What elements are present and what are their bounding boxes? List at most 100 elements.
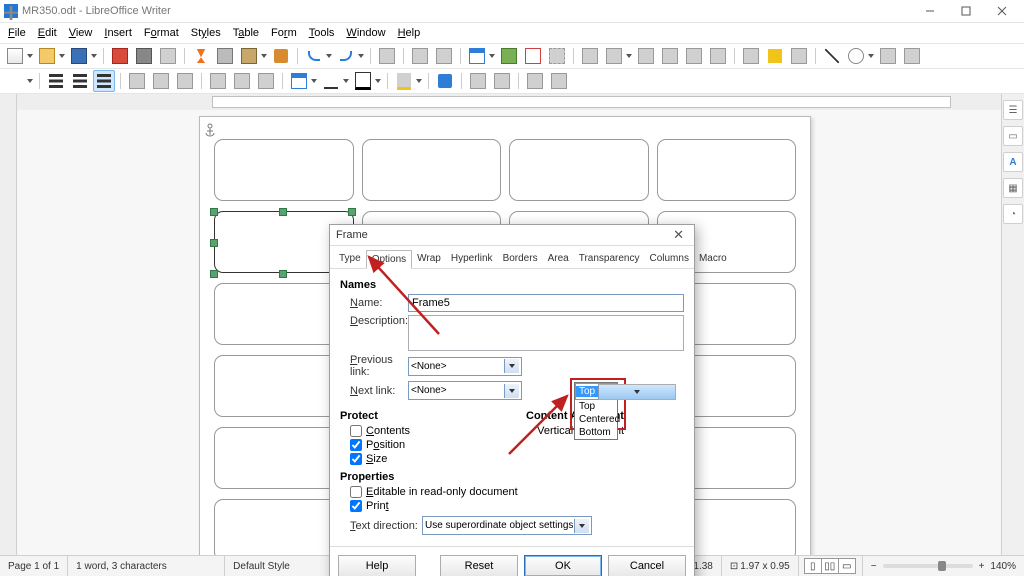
zoom-slider[interactable] bbox=[883, 564, 973, 568]
align-center-h-button[interactable] bbox=[150, 70, 172, 92]
help-button[interactable]: Help bbox=[338, 555, 416, 576]
tab-wrap[interactable]: Wrap bbox=[412, 250, 446, 268]
zoom-value[interactable]: 140% bbox=[990, 561, 1016, 572]
ok-button[interactable]: OK bbox=[524, 555, 602, 576]
areastyle-dropdown[interactable] bbox=[415, 79, 423, 83]
copy-button[interactable] bbox=[214, 45, 236, 67]
resize-handle[interactable] bbox=[210, 208, 218, 216]
redo-dropdown[interactable] bbox=[357, 54, 365, 58]
menu-format[interactable]: Format bbox=[138, 25, 185, 41]
undo-button[interactable] bbox=[303, 45, 325, 67]
basic-shapes-button[interactable] bbox=[845, 45, 867, 67]
label-cell[interactable] bbox=[362, 139, 502, 201]
align-right-button[interactable] bbox=[174, 70, 196, 92]
align-top-button[interactable] bbox=[207, 70, 229, 92]
status-zoom[interactable]: − + 140% bbox=[863, 556, 1024, 576]
open-dropdown[interactable] bbox=[58, 54, 66, 58]
sidebar-styles-icon[interactable]: A bbox=[1003, 152, 1023, 172]
resize-handle[interactable] bbox=[348, 208, 356, 216]
valign-option-top[interactable]: Top bbox=[575, 400, 617, 413]
export-pdf-button[interactable] bbox=[109, 45, 131, 67]
tab-hyperlink[interactable]: Hyperlink bbox=[446, 250, 498, 268]
status-page[interactable]: Page 1 of 1 bbox=[0, 556, 68, 576]
open-button[interactable] bbox=[36, 45, 58, 67]
borders-dropdown[interactable] bbox=[310, 79, 318, 83]
view-single-icon[interactable]: ▯ bbox=[804, 558, 822, 574]
tab-borders[interactable]: Borders bbox=[498, 250, 543, 268]
border-color-button[interactable] bbox=[352, 70, 374, 92]
resize-handle[interactable] bbox=[279, 208, 287, 216]
header-button[interactable] bbox=[740, 45, 762, 67]
prev-link-select[interactable]: <None> bbox=[408, 357, 522, 376]
undo-dropdown[interactable] bbox=[325, 54, 333, 58]
wrap-on-button[interactable] bbox=[69, 70, 91, 92]
editable-readonly-checkbox[interactable]: Editable in read-only document bbox=[340, 486, 684, 498]
link-frames-button[interactable] bbox=[524, 70, 546, 92]
menu-help[interactable]: Help bbox=[392, 25, 427, 41]
tab-options[interactable]: Options bbox=[366, 250, 412, 269]
border-style-button[interactable] bbox=[320, 70, 342, 92]
protect-size-checkbox[interactable]: Size bbox=[340, 453, 498, 465]
tab-area[interactable]: Area bbox=[543, 250, 574, 268]
anchor-button[interactable] bbox=[4, 70, 26, 92]
protect-contents-checkbox[interactable]: Contents bbox=[340, 425, 498, 437]
insert-table-button[interactable] bbox=[466, 45, 488, 67]
bordercolor-dropdown[interactable] bbox=[374, 79, 382, 83]
tab-columns[interactable]: Columns bbox=[644, 250, 693, 268]
insert-chart-button[interactable] bbox=[522, 45, 544, 67]
comment-button[interactable] bbox=[764, 45, 786, 67]
text-direction-select[interactable]: Use superordinate object settings bbox=[422, 516, 592, 535]
wrap-off-button[interactable] bbox=[45, 70, 67, 92]
insert-textbox-button[interactable] bbox=[546, 45, 568, 67]
menu-edit[interactable]: Edit bbox=[32, 25, 63, 41]
maximize-button[interactable] bbox=[948, 0, 984, 22]
cut-button[interactable] bbox=[190, 45, 212, 67]
protect-position-checkbox[interactable]: Position bbox=[340, 439, 498, 451]
insert-field-button[interactable] bbox=[603, 45, 625, 67]
page-break-button[interactable] bbox=[579, 45, 601, 67]
save-dropdown[interactable] bbox=[90, 54, 98, 58]
label-cell[interactable] bbox=[214, 139, 354, 201]
cancel-button[interactable]: Cancel bbox=[608, 555, 686, 576]
next-link-select[interactable]: <None> bbox=[408, 381, 522, 400]
resize-handle[interactable] bbox=[210, 239, 218, 247]
description-input[interactable] bbox=[408, 315, 684, 351]
footnote-button[interactable] bbox=[683, 45, 705, 67]
tab-type[interactable]: Type bbox=[334, 250, 366, 268]
bookmark-button[interactable] bbox=[707, 45, 729, 67]
valign-option-bottom[interactable]: Bottom bbox=[575, 426, 617, 439]
formatting-marks-button[interactable] bbox=[433, 45, 455, 67]
sidebar-page-icon[interactable]: ▭ bbox=[1003, 126, 1023, 146]
save-button[interactable] bbox=[68, 45, 90, 67]
paste-dropdown[interactable] bbox=[260, 54, 268, 58]
name-input[interactable] bbox=[408, 294, 684, 312]
sidebar-gallery-icon[interactable]: ▦ bbox=[1003, 178, 1023, 198]
line-button[interactable] bbox=[821, 45, 843, 67]
dropdown-arrow-icon[interactable] bbox=[598, 384, 676, 400]
view-book-icon[interactable]: ▭ bbox=[838, 558, 856, 574]
field-dropdown[interactable] bbox=[625, 54, 633, 58]
tab-transparency[interactable]: Transparency bbox=[574, 250, 645, 268]
vertical-alignment-dropdown[interactable]: Top Top Centered Bottom bbox=[574, 382, 618, 440]
clone-formatting-button[interactable] bbox=[270, 45, 292, 67]
new-button[interactable] bbox=[4, 45, 26, 67]
reset-button[interactable]: Reset bbox=[440, 555, 518, 576]
dialog-close-icon[interactable]: ✕ bbox=[669, 227, 688, 243]
sidebar-properties-icon[interactable]: ☰ bbox=[1003, 100, 1023, 120]
frame-properties-button[interactable] bbox=[434, 70, 456, 92]
menu-tools[interactable]: Tools bbox=[303, 25, 341, 41]
track-changes-button[interactable] bbox=[788, 45, 810, 67]
menu-table[interactable]: Table bbox=[227, 25, 265, 41]
insert-image-button[interactable] bbox=[498, 45, 520, 67]
label-cell[interactable] bbox=[509, 139, 649, 201]
zoom-out-icon[interactable]: − bbox=[871, 561, 877, 572]
new-dropdown[interactable] bbox=[26, 54, 34, 58]
show-draw-button[interactable] bbox=[901, 45, 923, 67]
valign-option-centered[interactable]: Centered bbox=[575, 413, 617, 426]
minimize-button[interactable] bbox=[912, 0, 948, 22]
table-dropdown[interactable] bbox=[488, 54, 496, 58]
menu-file[interactable]: File bbox=[2, 25, 32, 41]
view-multi-icon[interactable]: ▯▯ bbox=[821, 558, 839, 574]
menu-view[interactable]: View bbox=[63, 25, 99, 41]
anchor-dropdown[interactable] bbox=[26, 79, 34, 83]
